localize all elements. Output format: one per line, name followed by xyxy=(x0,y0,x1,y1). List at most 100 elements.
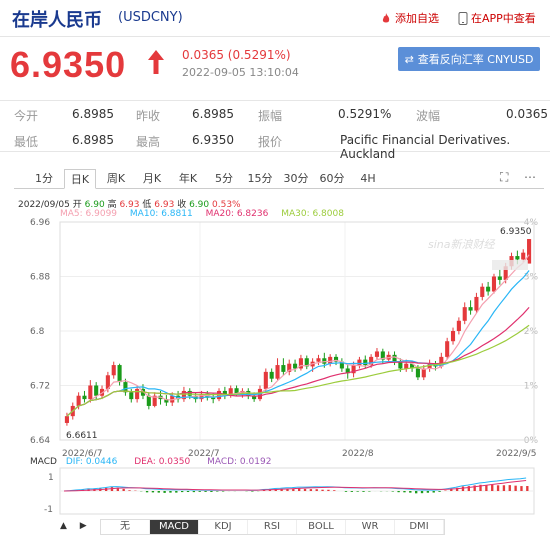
candle-body xyxy=(88,385,93,400)
candle-body xyxy=(328,356,333,364)
macd-chart: 1 -1 xyxy=(44,467,535,515)
macd-bar xyxy=(461,486,465,491)
reverse-rate-label: 查看反向汇率 CNYUSD xyxy=(417,53,534,66)
candle-body xyxy=(474,296,479,311)
candle-body xyxy=(374,351,380,357)
indicator-none[interactable]: 无 xyxy=(101,520,150,534)
macd-bar xyxy=(485,485,488,491)
y-tick-label-right: 1% xyxy=(524,382,539,392)
candle-body xyxy=(187,390,192,396)
header-divider xyxy=(0,36,550,37)
tab-weekly[interactable]: 周K xyxy=(100,169,132,189)
macd-bar xyxy=(368,491,371,492)
macd-bar xyxy=(502,485,506,491)
y-tick-label: 6.96 xyxy=(30,218,50,228)
macd-bar xyxy=(198,491,201,492)
candle-body xyxy=(392,354,397,362)
macd-bar xyxy=(216,491,219,492)
tab-30min[interactable]: 30分 xyxy=(280,169,312,189)
macd-bar xyxy=(391,491,394,492)
indicator-kdj[interactable]: KDJ xyxy=(199,520,248,534)
candle-body xyxy=(111,365,116,376)
scroll-right-icon[interactable]: ▶ xyxy=(80,521,87,531)
indicator-wr[interactable]: WR xyxy=(346,520,395,534)
indicator-boll[interactable]: BOLL xyxy=(297,520,346,534)
price-marker xyxy=(492,260,528,270)
macd-bar xyxy=(192,491,196,493)
scroll-up-icon[interactable]: ▲ xyxy=(60,521,67,531)
tab-60min[interactable]: 60分 xyxy=(316,169,348,189)
tab-yearly[interactable]: 年K xyxy=(172,169,204,189)
open-in-app-button[interactable]: 在APP中查看 xyxy=(458,10,536,26)
candle-body xyxy=(515,256,520,260)
tab-15min[interactable]: 15分 xyxy=(244,169,276,189)
tab-daily[interactable]: 日K xyxy=(64,169,96,189)
indicator-macd[interactable]: MACD xyxy=(150,520,199,534)
more-icon[interactable]: ⋯ xyxy=(524,170,536,184)
macd-bar xyxy=(210,491,213,492)
indicator-rsi[interactable]: RSI xyxy=(248,520,297,534)
macd-bar xyxy=(467,486,470,491)
reverse-rate-button[interactable]: ⇄ 查看反向汇率 CNYUSD xyxy=(398,47,540,71)
open-label: 今开 xyxy=(14,109,39,123)
tab-4h[interactable]: 4H xyxy=(352,169,384,189)
candle-body xyxy=(293,363,298,369)
macd-bar xyxy=(344,491,348,492)
macd-bar xyxy=(251,491,254,492)
candle-body xyxy=(211,397,216,400)
prev-close-label: 昨收 xyxy=(136,109,161,123)
quote-source-value: Pacific Financial Derivatives. Auckland xyxy=(340,133,511,161)
phone-icon xyxy=(458,11,468,25)
high-value: 6.9350 xyxy=(192,133,234,147)
low-price-label: 6.6611 xyxy=(66,431,98,441)
macd-bar xyxy=(409,491,412,493)
macd-bar xyxy=(163,491,166,493)
candle-body xyxy=(269,371,274,379)
macd-bar xyxy=(186,491,190,493)
candle-body xyxy=(456,320,461,331)
candle-body xyxy=(316,358,321,362)
indicator-dmi[interactable]: DMI xyxy=(395,520,444,534)
amplitude-value: 0.5291% xyxy=(338,107,392,121)
prev-close-value: 6.8985 xyxy=(192,107,234,121)
macd-bar xyxy=(151,491,155,493)
stats-row: 最低 6.8985 最高 6.9350 报价 Pacific Financial… xyxy=(0,127,550,161)
macd-bar xyxy=(432,491,435,493)
macd-bar xyxy=(397,491,400,493)
low-value: 6.8985 xyxy=(72,133,114,147)
quote-source-label: 报价 xyxy=(258,135,283,149)
indicator-tabs: 无 MACD KDJ RSI BOLL WR DMI xyxy=(100,519,445,535)
y-tick-label: 6.88 xyxy=(30,273,50,283)
macd-bar xyxy=(415,491,418,494)
add-favorite-button[interactable]: 添加自选 xyxy=(380,10,439,26)
candlestick-chart[interactable]: 6.96 4%6.88 3%6.8 2%6.72 1%6.64 0%sina新浪财经6.9… xyxy=(0,218,550,458)
candle-body xyxy=(415,368,420,378)
candle-body xyxy=(263,371,268,389)
add-favorite-label: 添加自选 xyxy=(395,12,439,25)
tab-5min[interactable]: 5分 xyxy=(208,169,240,189)
candle-body xyxy=(462,307,467,321)
macd-y-tick: 1 xyxy=(48,473,54,483)
macd-bar xyxy=(514,485,517,491)
candle-body xyxy=(450,331,456,342)
y-tick-label-right: 0% xyxy=(524,436,539,446)
quote-time: 2022-09-05 13:10:04 xyxy=(182,66,299,79)
open-value: 6.8985 xyxy=(72,107,114,121)
y-tick-label: 6.72 xyxy=(30,382,50,392)
candle-body xyxy=(135,388,140,400)
macd-bar xyxy=(169,491,172,493)
candle-body xyxy=(404,363,409,369)
macd-bar xyxy=(221,491,225,492)
symbol-code: (USDCNY) xyxy=(118,10,183,25)
candle-body xyxy=(527,239,532,264)
low-label: 最低 xyxy=(14,135,39,149)
candle-body xyxy=(445,341,450,357)
tab-monthly[interactable]: 月K xyxy=(136,169,168,189)
tab-1min[interactable]: 1分 xyxy=(28,169,60,189)
page-title: 在岸人民币 xyxy=(12,10,102,31)
fullscreen-icon[interactable]: ⛶ xyxy=(500,170,508,185)
macd-bar xyxy=(496,485,500,491)
candle-body xyxy=(82,395,87,400)
wave-label: 波幅 xyxy=(416,109,441,123)
macd-bar xyxy=(420,491,424,494)
